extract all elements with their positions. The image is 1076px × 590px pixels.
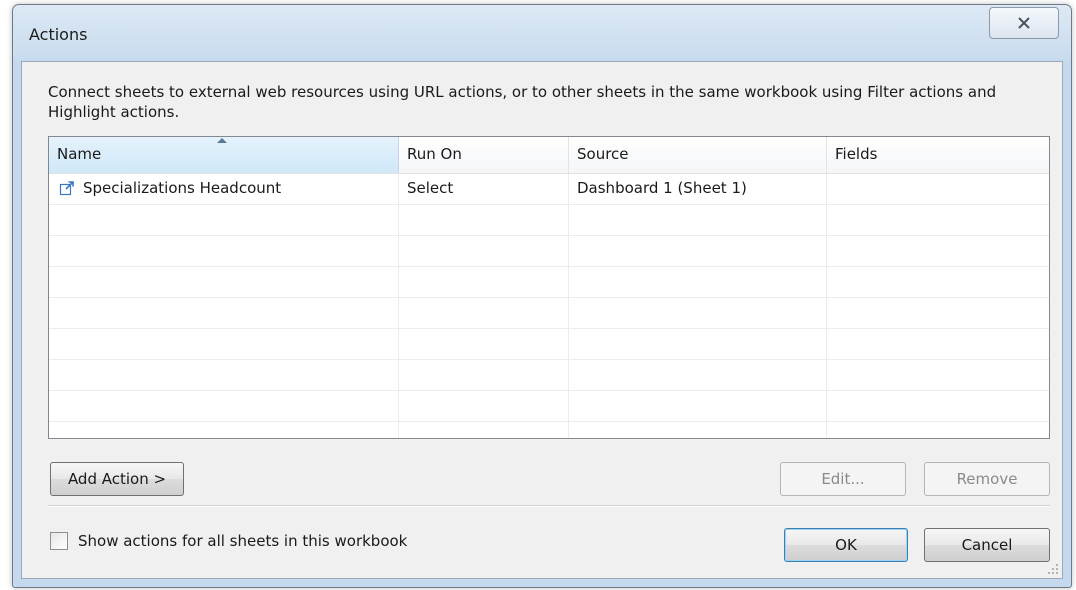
show-all-sheets-option[interactable]: Show actions for all sheets in this work… — [50, 532, 407, 550]
empty-row — [49, 205, 1049, 236]
cancel-button[interactable]: Cancel — [924, 528, 1050, 562]
close-button[interactable] — [989, 7, 1059, 39]
cell-name: Specializations Headcount — [49, 174, 399, 204]
column-header-name[interactable]: Name — [49, 137, 399, 173]
separator — [48, 505, 1050, 507]
resize-grip-icon[interactable] — [1047, 563, 1059, 575]
url-action-icon — [59, 180, 75, 200]
close-icon — [1017, 17, 1031, 29]
actions-table: Name Run On Source Fields Specialization… — [48, 136, 1050, 439]
actions-dialog: Actions Connect sheets to external web r… — [12, 4, 1072, 588]
cell-run-on: Select — [399, 174, 569, 204]
table-header: Name Run On Source Fields — [49, 137, 1049, 174]
edit-button[interactable]: Edit... — [780, 462, 906, 496]
empty-row — [49, 360, 1049, 391]
add-action-button[interactable]: Add Action > — [50, 462, 184, 496]
cell-fields — [827, 174, 1049, 204]
remove-button[interactable]: Remove — [924, 462, 1050, 496]
column-header-source[interactable]: Source — [569, 137, 827, 173]
table-row[interactable]: Specializations Headcount Select Dashboa… — [49, 174, 1049, 205]
empty-row — [49, 422, 1049, 438]
column-header-run-on[interactable]: Run On — [399, 137, 569, 173]
dialog-body: Connect sheets to external web resources… — [21, 61, 1063, 579]
show-all-sheets-checkbox[interactable] — [50, 532, 68, 550]
title-bar: Actions — [13, 5, 1071, 60]
empty-row — [49, 236, 1049, 267]
dialog-title: Actions — [29, 25, 88, 44]
column-header-fields[interactable]: Fields — [827, 137, 1049, 173]
empty-row — [49, 267, 1049, 298]
ok-button[interactable]: OK — [784, 528, 908, 562]
sort-ascending-icon — [217, 138, 227, 143]
empty-row — [49, 298, 1049, 329]
empty-row — [49, 391, 1049, 422]
show-all-sheets-label: Show actions for all sheets in this work… — [78, 532, 408, 550]
empty-row — [49, 329, 1049, 360]
description-text: Connect sheets to external web resources… — [48, 83, 997, 121]
cell-source: Dashboard 1 (Sheet 1) — [569, 174, 827, 204]
